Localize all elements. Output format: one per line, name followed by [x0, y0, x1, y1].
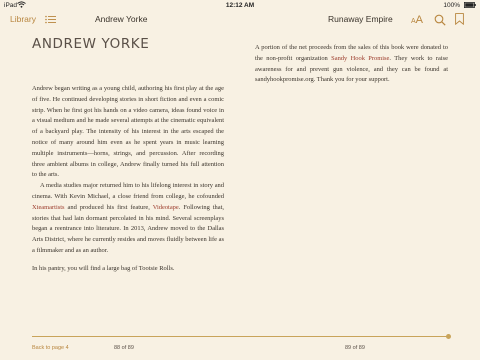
- left-page-number: 88 of 89: [114, 345, 134, 351]
- sandy-hook-promise-link[interactable]: Sandy Hook Promise: [331, 55, 389, 62]
- paragraph: Andrew began writing as a young child, a…: [32, 85, 224, 179]
- status-bar: iPad 12:12 AM 100%: [0, 0, 480, 11]
- xteamartists-link[interactable]: Xteamartists: [32, 204, 65, 211]
- book-author-title: Andrew Yorke: [95, 14, 148, 24]
- back-to-page-link[interactable]: Back to page 4: [32, 345, 69, 351]
- chapter-heading: ANDREW YORKE: [32, 36, 150, 52]
- paragraph: In his pantry, you will find a large bag…: [32, 264, 175, 272]
- battery-percent: 100%: [443, 2, 460, 9]
- paragraph-text: . Following that, stories that had lain …: [32, 203, 224, 254]
- page-scrubber[interactable]: [32, 334, 451, 339]
- font-size-button[interactable]: AA: [411, 12, 423, 29]
- font-large-label: A: [415, 14, 424, 26]
- paragraph-text: A media studies major returned him to hi…: [32, 182, 224, 200]
- videotape-link[interactable]: Videotape: [153, 204, 179, 211]
- paragraph: A media studies major returned him to hi…: [32, 181, 224, 257]
- paragraph-text: and produced his first feature,: [64, 203, 153, 211]
- book-title: Runaway Empire: [328, 14, 393, 24]
- paragraph: A portion of the net proceeds from the s…: [255, 43, 448, 86]
- search-icon[interactable]: [434, 14, 446, 26]
- right-page-number: 89 of 89: [345, 345, 365, 351]
- progress-fill: [32, 336, 448, 337]
- battery-icon: [464, 2, 476, 8]
- scrubber-knob[interactable]: [446, 334, 451, 339]
- left-page-text: Andrew began writing as a young child, a…: [32, 84, 224, 275]
- reader-toolbar: Library Andrew Yorke Runaway Empire AA: [0, 11, 480, 29]
- bookmark-icon[interactable]: [455, 13, 464, 25]
- list-icon[interactable]: [45, 15, 56, 24]
- clock: 12:12 AM: [225, 2, 255, 9]
- library-button[interactable]: Library: [10, 14, 36, 24]
- right-page-text: A portion of the net proceeds from the s…: [255, 43, 448, 86]
